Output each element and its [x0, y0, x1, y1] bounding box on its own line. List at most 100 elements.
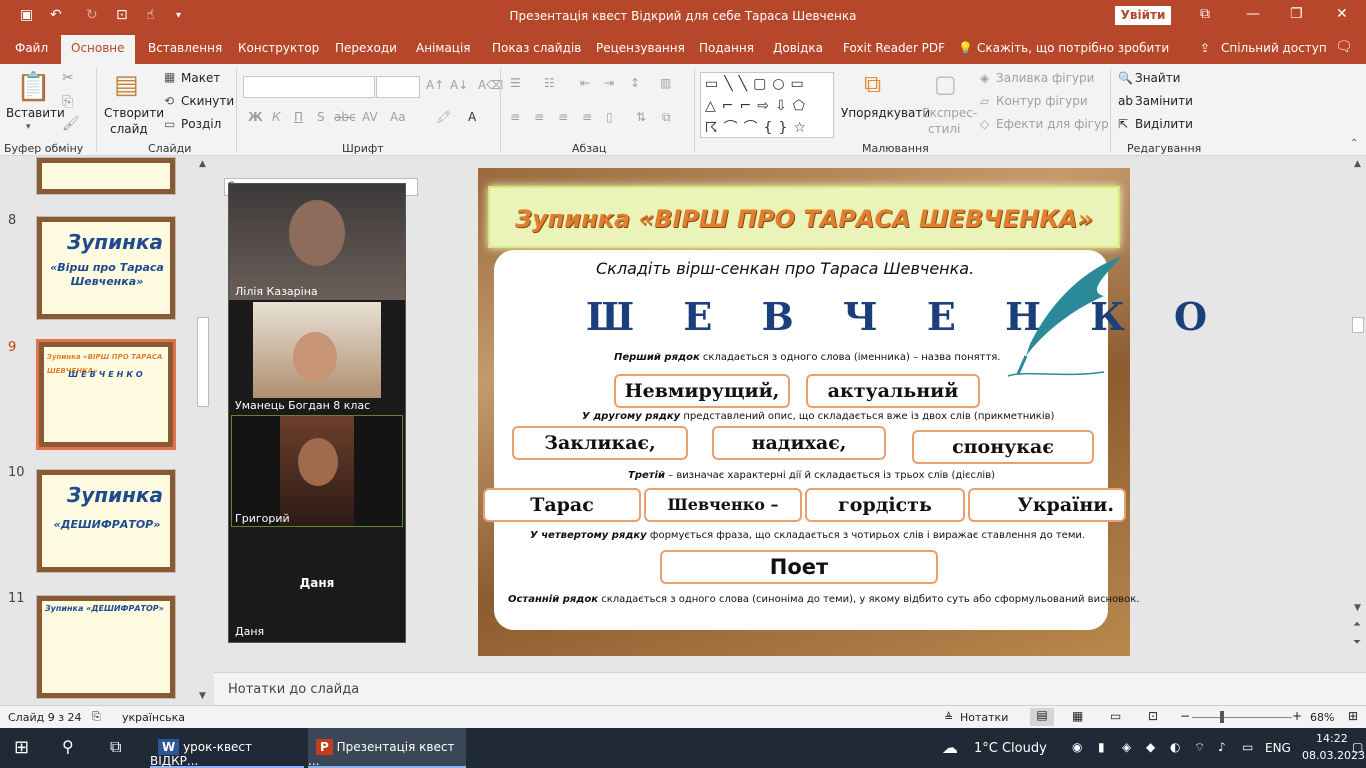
sign-in-button[interactable]: Увійти [1115, 6, 1171, 25]
paste-icon[interactable]: 📋 [16, 70, 51, 103]
scroll-up-icon[interactable]: ▲ [199, 159, 206, 169]
align-center-icon[interactable]: ≡ [534, 110, 544, 124]
font-size-input[interactable] [376, 76, 420, 98]
font-color-button[interactable]: A [468, 110, 476, 124]
slide-title[interactable]: Зупинка «ВІРШ ПРО ТАРАСА ШЕВЧЕНКА» [488, 186, 1120, 248]
new-slide-button[interactable]: Створити [104, 106, 164, 120]
paste-button[interactable]: Вставити [6, 106, 65, 120]
decrease-indent-icon[interactable]: ⇤ [580, 76, 590, 90]
text-direction-icon[interactable]: ⇅ [636, 110, 646, 124]
zoom-slider[interactable] [1192, 717, 1292, 718]
word-box[interactable]: Тарас [483, 488, 641, 522]
word-box[interactable]: Закликає, [512, 426, 688, 460]
new-slide-label[interactable]: слайд [110, 122, 148, 136]
big-word[interactable]: Ш Е В Ч Е Н К О [586, 294, 1225, 339]
slide-thumbnail-7[interactable] [36, 157, 176, 195]
bold-button[interactable]: Ж [248, 110, 263, 124]
copy-icon[interactable]: ⎘ [62, 94, 73, 110]
tab-slideshow[interactable]: Показ слайдів [492, 41, 581, 55]
tab-file[interactable]: Файл [15, 41, 48, 55]
tab-transitions[interactable]: Переходи [335, 41, 397, 55]
comments-icon[interactable]: 🗨 [1335, 39, 1353, 55]
prev-slide-icon[interactable]: ⏶ [1353, 619, 1361, 630]
layout-button[interactable]: Макет [181, 71, 220, 85]
scroll-thumb[interactable] [1352, 317, 1364, 333]
tab-insert[interactable]: Вставлення [148, 41, 222, 55]
word-box[interactable]: актуальний [806, 374, 980, 408]
select-button[interactable]: Виділити [1135, 117, 1193, 131]
collapse-ribbon-icon[interactable]: ⌃ [1350, 138, 1358, 149]
language-indicator[interactable]: українська [122, 711, 185, 724]
volume-icon[interactable]: ♪ [1218, 740, 1226, 754]
replace-button[interactable]: Замінити [1135, 94, 1193, 108]
scroll-up-icon[interactable]: ▲ [1354, 159, 1361, 169]
cut-icon[interactable]: ✂ [62, 70, 74, 86]
slideshow-view-icon[interactable]: ⊡ [1148, 709, 1158, 723]
numbering-icon[interactable]: ☷ [544, 76, 555, 90]
paste-dropdown-icon[interactable]: ▾ [26, 122, 31, 132]
zoom-in-icon[interactable]: + [1292, 709, 1302, 723]
notes-placeholder[interactable]: Нотатки до слайда [228, 682, 359, 697]
underline-button[interactable]: П [294, 110, 303, 124]
thumbnails-scrollbar[interactable]: ▲ ▼ [196, 157, 210, 705]
tab-design[interactable]: Конструктор [238, 41, 319, 55]
word-box[interactable]: надихає, [712, 426, 886, 460]
reset-button[interactable]: Скинути [181, 94, 234, 108]
clock-time[interactable]: 14:22 [1316, 732, 1348, 745]
slide-subtitle[interactable]: Складіть вірш-сенкан про Тараса Шевченка… [596, 259, 974, 278]
find-button[interactable]: Знайти [1135, 71, 1180, 85]
scroll-down-icon[interactable]: ▼ [1354, 603, 1361, 613]
ribbon-display-icon[interactable]: ⧉ [1200, 6, 1210, 22]
taskbar-app-powerpoint[interactable]: P Презентація квест ... [308, 728, 466, 768]
shape-outline-button[interactable]: Контур фігури [996, 94, 1088, 108]
slide-scrollbar[interactable]: ▲ ▼ ⏶ ⏷ [1350, 157, 1366, 672]
shadow-button[interactable]: S [317, 110, 325, 124]
spellcheck-icon[interactable]: ⎘ [92, 710, 101, 724]
battery-icon[interactable]: ▭ [1242, 740, 1253, 754]
tab-view[interactable]: Подання [699, 41, 754, 55]
next-slide-icon[interactable]: ⏷ [1353, 637, 1361, 648]
tray-icon[interactable]: ◉ [1072, 740, 1082, 754]
quick-styles-label[interactable]: стилі [928, 122, 960, 136]
notes-pane[interactable]: Нотатки до слайда [214, 672, 1366, 705]
task-view-icon[interactable]: ⧉ [110, 737, 121, 757]
justify-icon[interactable]: ≡ [582, 110, 592, 124]
tray-icon[interactable]: ◐ [1170, 740, 1180, 754]
zoom-level[interactable]: 68% [1310, 711, 1334, 724]
normal-view-icon[interactable]: ▤ [1030, 708, 1054, 726]
input-language[interactable]: ENG [1265, 741, 1291, 755]
search-icon[interactable]: ⚲ [62, 737, 74, 756]
slide-sorter-icon[interactable]: ▦ [1072, 709, 1083, 723]
tab-review[interactable]: Рецензування [596, 41, 685, 55]
slide-thumbnail-9[interactable]: Зупинка «ВІРШ ПРО ТАРАСА ШЕВЧЕНКА» ШЕВЧЕ… [36, 339, 176, 450]
taskbar-app-word[interactable]: W урок-квест ВІДКР... [150, 728, 304, 768]
tab-home[interactable]: Основне [61, 35, 135, 64]
tray-icon[interactable]: ◆ [1146, 740, 1155, 754]
word-box[interactable]: Поет [660, 550, 938, 584]
notifications-icon[interactable]: ▢ [1352, 740, 1363, 754]
minimize-button[interactable]: — [1246, 6, 1260, 22]
reading-view-icon[interactable]: ▭ [1110, 709, 1121, 723]
font-name-input[interactable] [243, 76, 375, 98]
italic-button[interactable]: К [272, 110, 281, 124]
shapes-gallery[interactable]: ▭╲╲▢○▭ △⌐⌐⇨⇩⬠ ☈⌒⌒{}☆ [700, 72, 834, 138]
tab-animations[interactable]: Анімація [416, 41, 471, 55]
slide-thumbnail-8[interactable]: Зупинка «Вірш про Тараса Шевченка» [36, 216, 176, 320]
line-spacing-icon[interactable]: ↕ [630, 76, 640, 90]
quick-styles-button[interactable]: Експрес- [922, 106, 977, 120]
arrange-button[interactable]: Упорядкувати [841, 106, 930, 120]
share-button[interactable]: Спільний доступ [1221, 41, 1327, 55]
word-box[interactable]: Шевченко – [644, 488, 802, 522]
tab-help[interactable]: Довідка [773, 41, 823, 55]
word-box[interactable]: України. [968, 488, 1126, 522]
shrink-font-icon[interactable]: A↓ [450, 78, 468, 92]
windows-start-icon[interactable]: ⊞ [14, 737, 29, 758]
tray-icon[interactable]: ◈ [1122, 740, 1131, 754]
word-box[interactable]: спонукає [912, 430, 1094, 464]
zoom-thumb[interactable] [1220, 711, 1224, 723]
spacing-button[interactable]: AV [362, 110, 378, 124]
notes-toggle[interactable]: Нотатки [960, 711, 1008, 724]
align-right-icon[interactable]: ≡ [558, 110, 568, 124]
tell-me-search[interactable]: Скажіть, що потрібно зробити [977, 41, 1169, 55]
slide-thumbnail-11[interactable]: Зупинка «ДЕШИФРАТОР» [36, 595, 176, 699]
